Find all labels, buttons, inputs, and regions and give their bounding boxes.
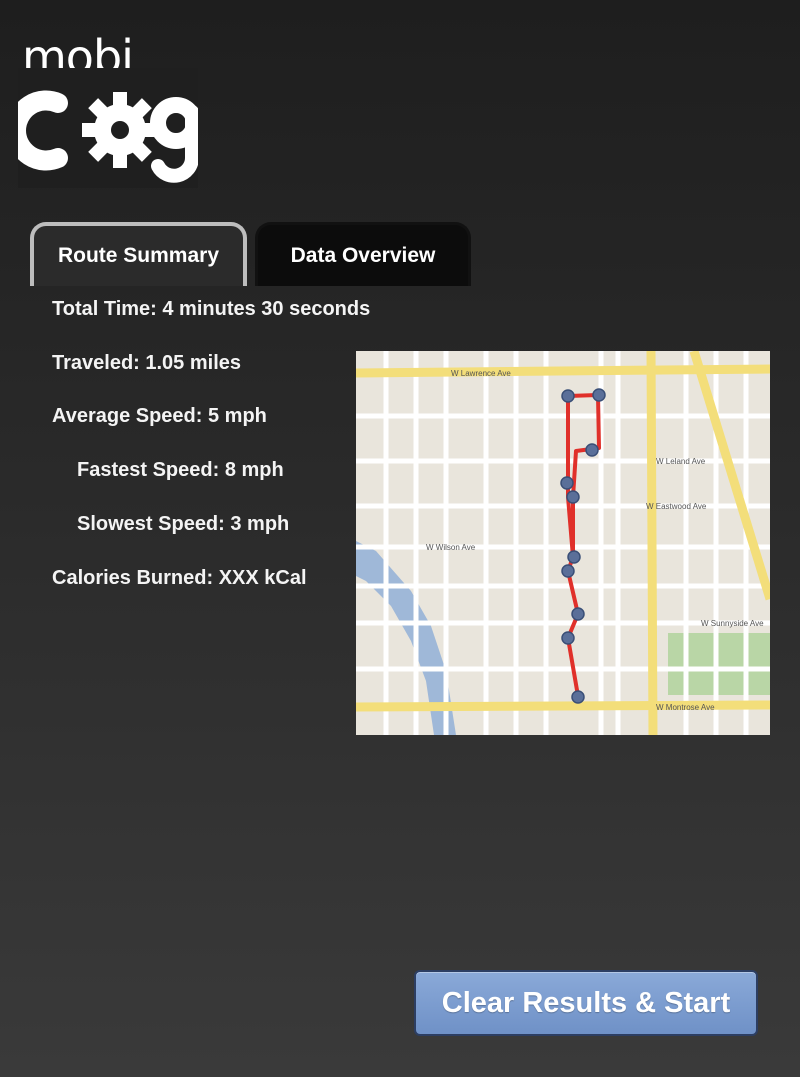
slowest-speed-text: Slowest Speed: 3 mph bbox=[77, 513, 290, 535]
map-label-leland: W Leland Ave bbox=[656, 457, 706, 466]
fastest-speed-text: Fastest Speed: 8 mph bbox=[77, 459, 284, 481]
map-label-sunnyside: W Sunnyside Ave bbox=[701, 619, 764, 628]
clear-results-start-button[interactable]: Clear Results & Start bbox=[414, 970, 758, 1036]
tab-data-overview[interactable]: Data Overview bbox=[255, 222, 471, 286]
traveled-text: Traveled: 1.05 miles bbox=[52, 352, 242, 374]
map-label-lawrence: W Lawrence Ave bbox=[451, 369, 511, 378]
map-label-eastwood: W Eastwood Ave bbox=[646, 502, 707, 511]
tab-bar: Route Summary Data Overview bbox=[30, 222, 490, 288]
route-map-canvas: W Lawrence Ave W Leland Ave W Eastwood A… bbox=[356, 351, 770, 735]
average-speed-text: Average Speed: 5 mph bbox=[52, 405, 267, 427]
logo-cog-icon bbox=[18, 68, 198, 188]
route-map[interactable]: W Lawrence Ave W Leland Ave W Eastwood A… bbox=[356, 351, 770, 735]
calories-text: Calories Burned: XXX kCal bbox=[52, 567, 307, 589]
map-label-wilson: W Wilson Ave bbox=[426, 543, 476, 552]
map-label-montrose: W Montrose Ave bbox=[656, 703, 715, 712]
app-logo: mobi bbox=[18, 8, 198, 188]
tab-route-summary[interactable]: Route Summary bbox=[30, 222, 247, 286]
total-time-text: Total Time: 4 minutes 30 seconds bbox=[52, 298, 371, 320]
